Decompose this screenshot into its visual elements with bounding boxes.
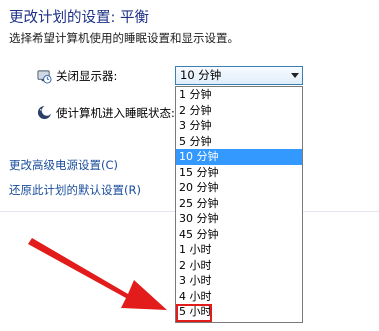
annotation-arrow-icon	[28, 238, 167, 310]
